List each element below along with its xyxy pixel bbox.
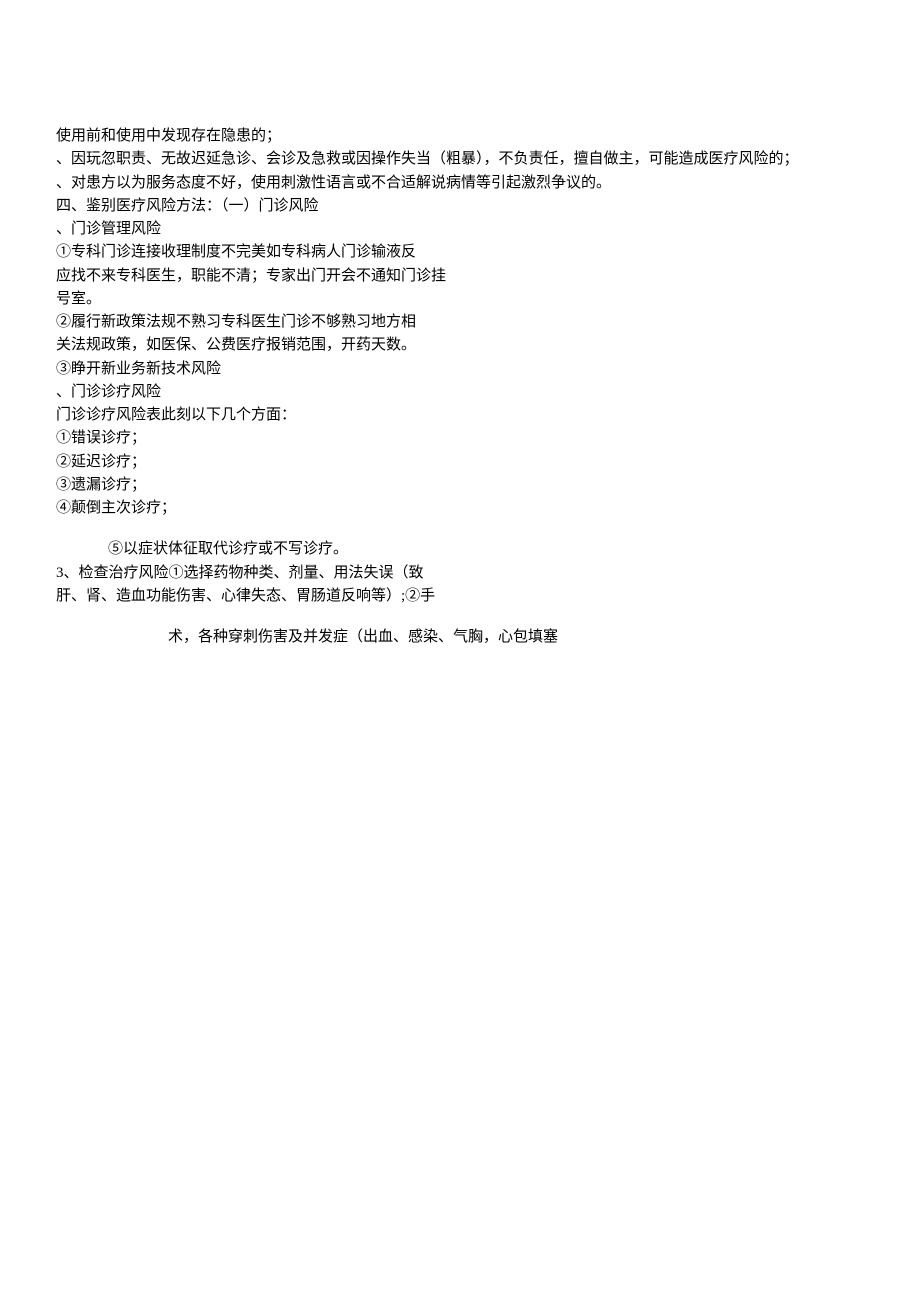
text-line: ③睁开新业务新技术风险 [56, 358, 864, 381]
text-line: 关法规政策，如医保、公费医疗报销范围，开药天数。 [56, 334, 864, 357]
text-line: 、门诊诊疗风险 [56, 381, 864, 404]
text-line: ②履行新政策法规不熟习专科医生门诊不够熟习地方相 [56, 311, 864, 334]
text-line: ①专科门诊连接收理制度不完美如专科病人门诊输液反 [56, 241, 864, 264]
text-line: ④颠倒主次诊疗； [56, 497, 864, 520]
text-line: ②延迟诊疗； [56, 451, 864, 474]
text-line: 、对患方以为服务态度不好，使用刺激性语言或不合适解说病情等引起激烈争议的。 [56, 172, 864, 195]
text-line: 使用前和使用中发现存在隐患的； [56, 125, 864, 148]
text-line: 门诊诊疗风险表此刻以下几个方面： [56, 404, 864, 427]
text-line: 肝、肾、造血功能伤害、心律失态、胃肠道反响等）;②手 [56, 585, 864, 608]
text-line: 、因玩忽职责、无故迟延急诊、会诊及急救或因操作失当（粗暴），不负责任，擅自做主，… [56, 148, 864, 171]
text-line: 、门诊管理风险 [56, 218, 864, 241]
text-line: ③遗漏诊疗； [56, 474, 864, 497]
text-line: 四、鉴别医疗风险方法：（一）门诊风险 [56, 195, 864, 218]
text-line: 号室。 [56, 288, 864, 311]
text-line: 应找不来专科医生，职能不清；专家出门开会不通知门诊挂 [56, 265, 864, 288]
text-line: 术，各种穿刺伤害及并发症（出血、感染、气胸，心包填塞 [56, 626, 864, 649]
text-line: ①错误诊疗； [56, 427, 864, 450]
blank-line [56, 520, 864, 538]
text-line: ⑤以症状体征取代诊疗或不写诊疗。 [56, 538, 864, 561]
blank-line [56, 608, 864, 626]
text-line: 3、检查治疗风险①选择药物种类、剂量、用法失误（致 [56, 562, 864, 585]
